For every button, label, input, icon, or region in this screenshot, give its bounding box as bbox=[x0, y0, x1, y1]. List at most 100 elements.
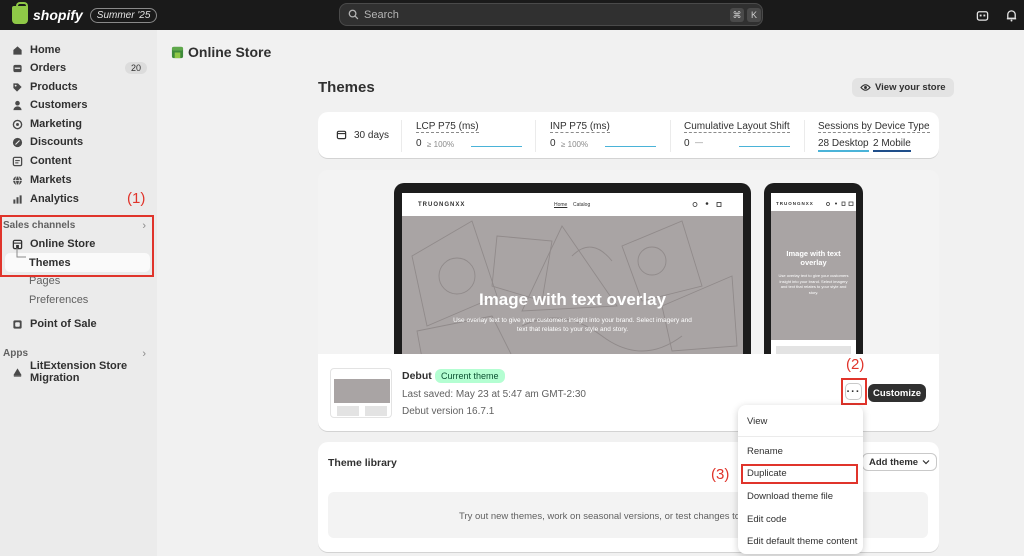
mobile-hero-text: Use overlay text to give your customers … bbox=[778, 273, 849, 295]
sidebar-item-label: Products bbox=[30, 81, 78, 93]
discount-icon bbox=[12, 137, 23, 148]
shopify-logo[interactable]: shopify bbox=[12, 2, 83, 24]
view-store-button[interactable]: View your store bbox=[852, 78, 954, 97]
theme-last-saved: Last saved: May 23 at 5:47 am GMT-2:30 bbox=[402, 389, 586, 400]
step-1-annotation: (1) bbox=[127, 190, 146, 207]
desktop-sessions: 28 Desktop bbox=[818, 138, 869, 152]
divider bbox=[401, 120, 402, 152]
section-header: Online Store bbox=[171, 44, 271, 60]
theme-library-title: Theme library bbox=[328, 457, 397, 469]
sidebar-item-marketing[interactable]: Marketing bbox=[0, 115, 157, 133]
mobile-count: 2 bbox=[873, 138, 879, 149]
sidebar-item-customers[interactable]: Customers bbox=[0, 96, 157, 114]
content-icon bbox=[12, 156, 23, 167]
preview-nav-catalog: Catalog bbox=[573, 202, 591, 208]
pos-icon bbox=[12, 319, 23, 330]
sidebar-item-products[interactable]: Products bbox=[0, 78, 157, 96]
sidebar-item-label: Content bbox=[30, 155, 72, 167]
sidebar-item-home[interactable]: Home bbox=[0, 41, 157, 59]
mobile-hero-image: Image with text overlay Use overlay text… bbox=[771, 211, 856, 340]
desktop-preview: TRUONGNXX Home Catalog Image with text o… bbox=[394, 183, 751, 354]
inp-label[interactable]: INP P75 (ms) bbox=[550, 121, 610, 133]
mobile-hero-title: Image with text overlay bbox=[786, 249, 841, 267]
section-title: Online Store bbox=[188, 44, 272, 60]
menu-item-rename[interactable]: Rename bbox=[747, 446, 783, 457]
k-key-hint: K bbox=[747, 8, 761, 22]
date-range-label[interactable]: 30 days bbox=[354, 130, 389, 141]
sidebar-item-point-of-sale[interactable]: Point of Sale bbox=[0, 315, 157, 333]
online-store-icon bbox=[171, 46, 184, 58]
cls-sparkline bbox=[739, 146, 790, 147]
menu-item-edit-default-content[interactable]: Edit default theme content bbox=[747, 536, 857, 547]
inp-value: 0 bbox=[550, 138, 556, 149]
lcp-change: ≥ 100% bbox=[427, 140, 455, 149]
calendar-icon bbox=[336, 130, 347, 140]
sidebar-item-orders[interactable]: Orders 20 bbox=[0, 59, 157, 77]
empty-state-text: Try out new themes, work on seasonal ver… bbox=[459, 511, 759, 522]
sidebar-item-litextension[interactable]: LitExtension Store Migration bbox=[0, 360, 157, 384]
search-bar[interactable]: ⌘ K bbox=[339, 3, 763, 26]
sidebar-item-label: Orders bbox=[30, 62, 67, 74]
theme-preview[interactable]: TRUONGNXX Home Catalog Image with text o… bbox=[318, 170, 939, 354]
brand-name: shopify bbox=[33, 7, 83, 23]
menu-item-edit-code[interactable]: Edit code bbox=[747, 514, 787, 525]
preview-header-icons bbox=[692, 202, 722, 207]
sidebar-item-label: LitExtension Store Migration bbox=[30, 360, 128, 384]
sidebar-item-label: Home bbox=[30, 44, 61, 56]
tag-icon bbox=[12, 82, 23, 93]
theme-thumbnail[interactable] bbox=[330, 368, 392, 418]
sidebar-item-preferences[interactable]: Preferences bbox=[0, 291, 157, 309]
preview-hero-text: Use overlay text to give your customers … bbox=[453, 317, 692, 333]
sidebar-item-label: Discounts bbox=[30, 136, 84, 148]
current-theme-badge: Current theme bbox=[435, 369, 505, 383]
lcp-label[interactable]: LCP P75 (ms) bbox=[416, 121, 479, 133]
globe-icon bbox=[12, 175, 23, 186]
desktop-label: Desktop bbox=[831, 138, 869, 149]
person-icon bbox=[12, 100, 23, 111]
store-name: TRUONGNXX bbox=[418, 202, 466, 208]
orders-count-badge: 20 bbox=[124, 62, 147, 74]
divider bbox=[670, 120, 671, 152]
mobile-preview-screen: TRUONGNXX Image with text overlay Use ov… bbox=[771, 193, 856, 354]
step-3-annotation: (3) bbox=[711, 466, 730, 483]
divider bbox=[804, 120, 805, 152]
shopify-bag-icon bbox=[12, 2, 28, 24]
sidebar-item-content[interactable]: Content bbox=[0, 152, 157, 170]
chevron-right-icon[interactable]: › bbox=[142, 348, 146, 360]
menu-item-view[interactable]: View bbox=[747, 416, 767, 427]
chevron-down-icon bbox=[922, 460, 930, 465]
sessions-label[interactable]: Sessions by Device Type bbox=[818, 121, 930, 133]
customize-button[interactable]: Customize bbox=[868, 384, 926, 402]
bell-icon[interactable] bbox=[1005, 9, 1018, 22]
app-icon bbox=[12, 367, 23, 378]
step-1-highlight-box bbox=[0, 215, 154, 277]
mobile-sessions: 2 Mobile bbox=[873, 138, 911, 152]
more-actions-button[interactable]: ··· bbox=[845, 383, 862, 400]
search-input[interactable] bbox=[364, 8, 664, 21]
apps-heading[interactable]: Apps bbox=[3, 348, 28, 359]
sidebar-item-label: Preferences bbox=[29, 294, 89, 306]
menu-item-download[interactable]: Download theme file bbox=[747, 491, 833, 502]
desktop-count: 28 bbox=[818, 138, 830, 149]
cls-label[interactable]: Cumulative Layout Shift bbox=[684, 121, 790, 133]
add-theme-button[interactable]: Add theme bbox=[862, 453, 938, 471]
menu-divider bbox=[738, 436, 863, 437]
sidebar-item-label: Customers bbox=[30, 99, 88, 111]
sidebar: Home Orders 20 Products Customers Market… bbox=[0, 30, 157, 556]
sidebar-item-discounts[interactable]: Discounts bbox=[0, 133, 157, 151]
lcp-sparkline bbox=[471, 146, 522, 147]
store-icon[interactable] bbox=[976, 9, 989, 22]
sidebar-item-label: Markets bbox=[30, 174, 72, 186]
orders-icon bbox=[12, 63, 23, 74]
cls-change: — bbox=[695, 138, 703, 147]
sidebar-item-label: Point of Sale bbox=[30, 318, 97, 330]
edition-badge[interactable]: Summer '25 bbox=[89, 7, 158, 23]
lcp-value: 0 bbox=[416, 138, 422, 149]
home-icon bbox=[12, 45, 23, 56]
bar-chart-icon bbox=[12, 194, 23, 205]
mobile-label: Mobile bbox=[881, 138, 911, 149]
desktop-preview-screen: TRUONGNXX Home Catalog Image with text o… bbox=[402, 193, 743, 354]
sidebar-item-markets[interactable]: Markets bbox=[0, 171, 157, 189]
mobile-header-icons bbox=[826, 201, 854, 206]
sidebar-item-label: Marketing bbox=[30, 118, 82, 130]
